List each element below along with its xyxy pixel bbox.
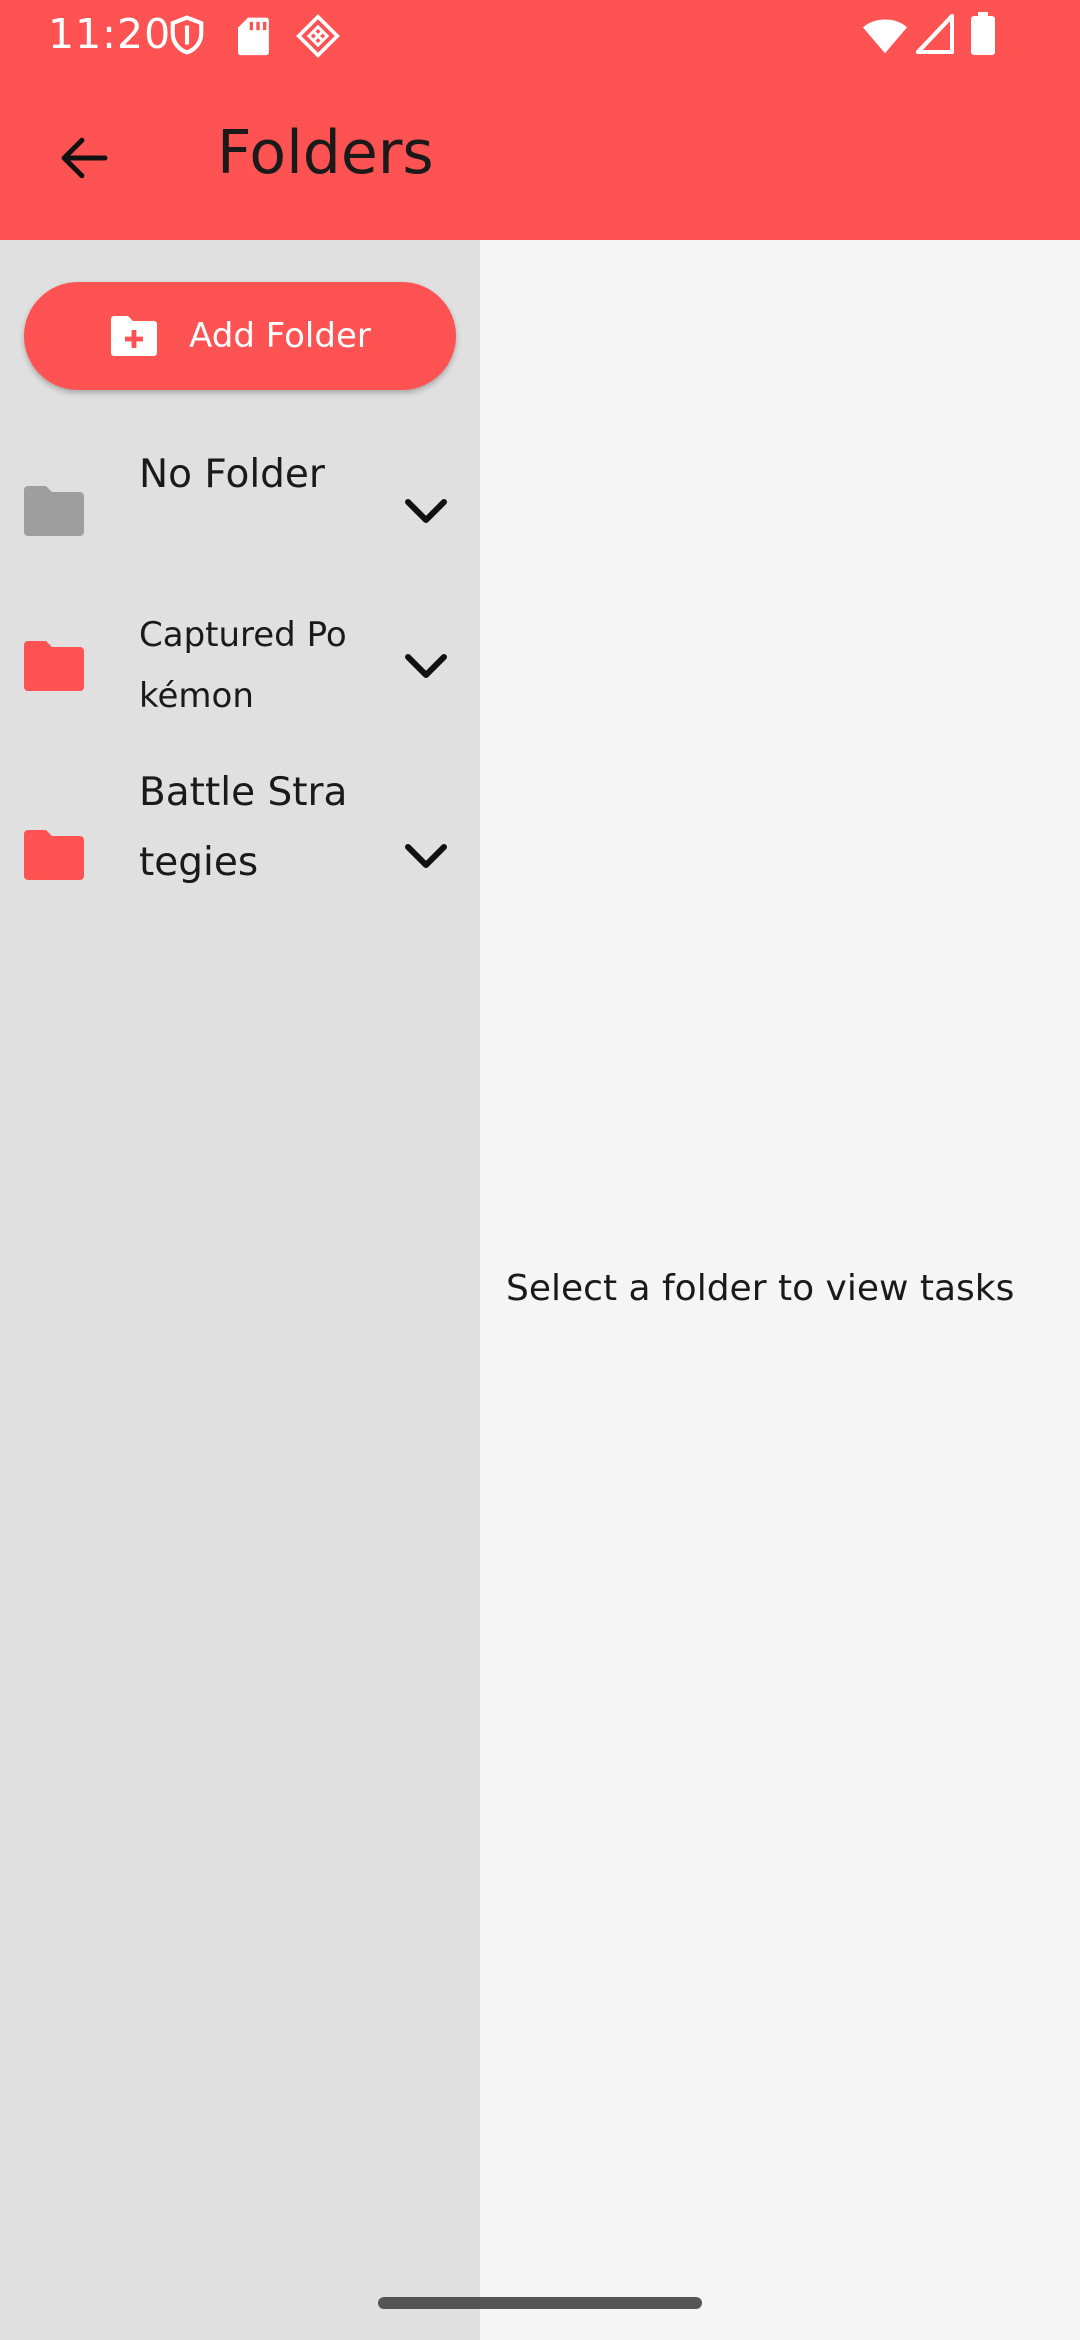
folder-icon (24, 830, 84, 880)
battery-icon (971, 12, 995, 55)
wifi-icon (862, 19, 908, 54)
chevron-down-icon[interactable] (404, 842, 448, 872)
page-title: Folders (217, 118, 434, 188)
add-folder-label: Add Folder (189, 316, 371, 356)
status-time: 11:20 (48, 10, 172, 58)
folder-item-no-folder[interactable]: No Folder (0, 440, 480, 580)
folder-item-captured-pokemon[interactable]: Captured Pokémon (0, 605, 480, 725)
diamond-grid-icon (296, 14, 340, 58)
arrow-back-icon (61, 137, 108, 179)
folder-label: No Folder (139, 452, 325, 497)
add-folder-button[interactable]: Add Folder (24, 282, 456, 390)
app-bar: 11:20 Folders (0, 0, 1080, 240)
folder-icon (24, 641, 84, 691)
folder-sidebar: Add Folder No Folder Captured Pokémon Ba… (0, 240, 480, 2340)
folder-label: Battle Strategies (139, 770, 348, 885)
sd-card-icon (238, 17, 269, 56)
back-button[interactable] (36, 110, 132, 206)
signal-icon (916, 14, 954, 54)
folder-add-icon (111, 316, 158, 356)
shield-icon (170, 15, 204, 55)
folder-item-battle-strategies[interactable]: Battle Strategies (0, 758, 480, 968)
chevron-down-icon[interactable] (404, 652, 448, 682)
screen: 11:20 Folders Add Folder No Folder Captu… (0, 0, 1080, 2340)
home-indicator[interactable] (378, 2297, 702, 2309)
chevron-down-icon[interactable] (404, 497, 448, 527)
folder-label: Captured Pokémon (139, 615, 347, 716)
folder-icon (24, 486, 84, 536)
empty-state-message: Select a folder to view tasks (506, 1268, 1015, 1309)
